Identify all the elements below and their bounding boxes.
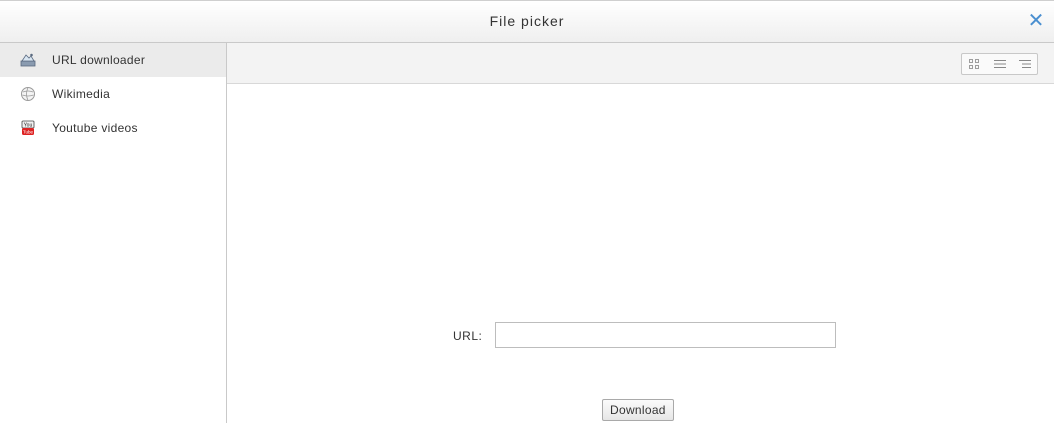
url-downloader-icon	[20, 52, 36, 68]
svg-text:Tube: Tube	[23, 130, 34, 135]
sidebar-item-youtube-videos[interactable]: You Tube Youtube videos	[0, 111, 226, 145]
sidebar-item-wikimedia[interactable]: Wikimedia	[0, 77, 226, 111]
dialog-title: File picker	[489, 13, 565, 29]
icon-view-icon[interactable]	[962, 54, 987, 74]
repository-list: URL downloader Wikimedia You Tube Youtub…	[0, 43, 227, 423]
download-button[interactable]: Download	[602, 399, 674, 421]
tree-view-icon[interactable]	[1012, 54, 1037, 74]
wikimedia-icon	[20, 86, 36, 102]
url-input[interactable]	[495, 322, 836, 348]
sidebar-item-label: URL downloader	[52, 53, 146, 67]
download-panel: URL: Download	[227, 84, 1054, 423]
sidebar-item-label: Wikimedia	[52, 87, 111, 101]
dialog-header: File picker ✕	[0, 0, 1054, 43]
list-view-icon[interactable]	[987, 54, 1012, 74]
svg-text:You: You	[24, 123, 33, 129]
youtube-icon: You Tube	[20, 120, 36, 136]
sidebar-item-label: Youtube videos	[52, 121, 138, 135]
filepicker-toolbar	[227, 43, 1054, 84]
close-icon[interactable]: ✕	[1026, 11, 1046, 31]
sidebar-item-url-downloader[interactable]: URL downloader	[0, 43, 226, 77]
url-label: URL:	[453, 329, 483, 343]
view-switcher	[961, 53, 1038, 75]
